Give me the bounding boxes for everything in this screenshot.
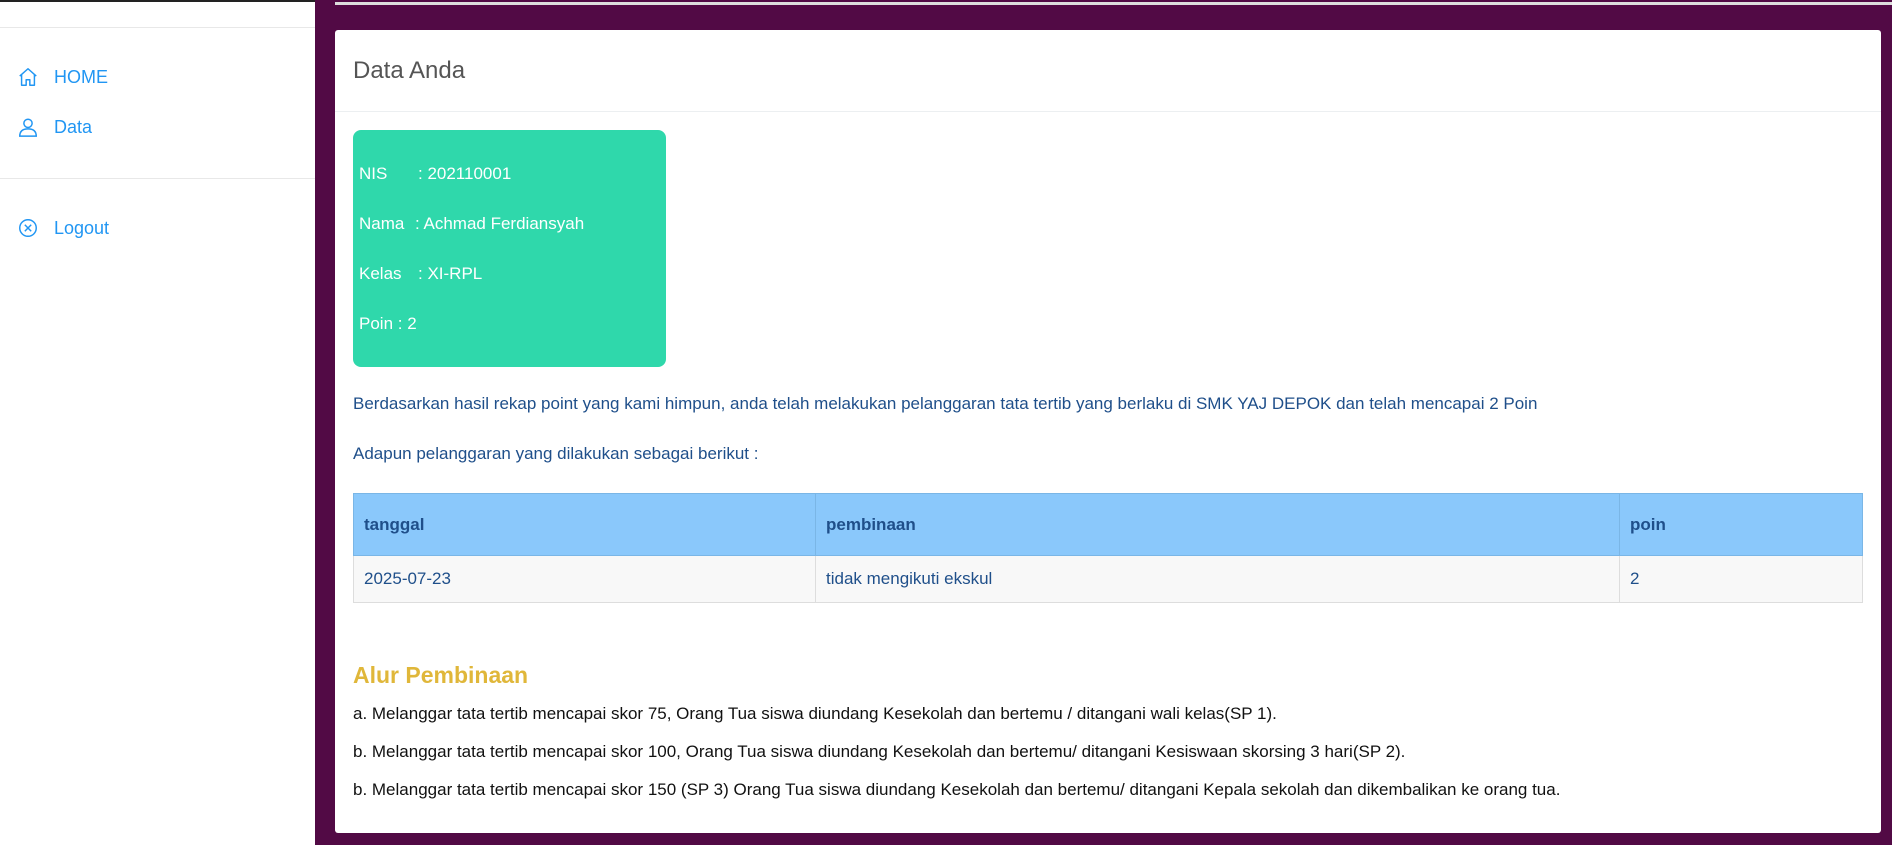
cell-tanggal: 2025-07-23 (353, 555, 816, 603)
kelas-value: : XI-RPL (418, 264, 483, 283)
logout-button[interactable]: Logout (16, 214, 109, 242)
rule-item: b. Melanggar tata tertib mencapai skor 1… (353, 780, 1561, 799)
sidebar-item-label: Data (54, 116, 93, 137)
poin-value: Poin : 2 (359, 314, 417, 333)
sidebar-item-label: HOME (54, 66, 108, 87)
sidebar-divider (0, 27, 315, 28)
violation-list-intro: Adapun pelanggaran yang dilakukan sebaga… (353, 444, 759, 463)
sidebar-divider (0, 178, 315, 179)
nama-row: Nama : Achmad Ferdiansyah (359, 214, 584, 234)
student-info-box: NIS : 202110001 Nama : Achmad Ferdiansya… (353, 130, 666, 367)
rule-item: b. Melanggar tata tertib mencapai skor 1… (353, 742, 1406, 761)
nis-label: NIS (359, 164, 388, 183)
sidebar-item-home[interactable]: HOME (16, 63, 108, 91)
summary-text: Berdasarkan hasil rekap point yang kami … (353, 394, 1538, 413)
main-top-border (335, 2, 1892, 5)
sidebar: HOME Data Logout (0, 0, 315, 845)
nama-value: : Achmad Ferdiansyah (415, 214, 585, 233)
nis-row: NIS : 202110001 (359, 164, 511, 184)
content-card: Data Anda NIS : 202110001 Nama : Achmad … (335, 30, 1881, 833)
column-header-poin: poin (1619, 493, 1863, 556)
rule-item: a. Melanggar tata tertib mencapai skor 7… (353, 704, 1277, 723)
violation-table: tanggal pembinaan poin 2025-07-23 tidak … (353, 493, 1863, 603)
cell-pembinaan: tidak mengikuti ekskul (815, 555, 1620, 603)
close-circle-icon (16, 216, 40, 240)
column-header-tanggal: tanggal (353, 493, 816, 556)
sidebar-top-border (0, 0, 315, 2)
page-title: Data Anda (353, 56, 466, 84)
kelas-label: Kelas (359, 264, 402, 283)
logout-label: Logout (54, 217, 110, 238)
user-icon (16, 115, 40, 139)
table-row: 2025-07-23 tidak mengikuti ekskul 2 (353, 555, 1863, 603)
nis-value: : 202110001 (418, 164, 512, 183)
main-area: Data Anda NIS : 202110001 Nama : Achmad … (315, 0, 1892, 845)
cell-poin: 2 (1619, 555, 1863, 603)
sidebar-item-data[interactable]: Data (16, 113, 92, 141)
nama-label: Nama (359, 214, 405, 233)
card-header: Data Anda (335, 30, 1881, 112)
column-header-pembinaan: pembinaan (815, 493, 1620, 556)
poin-row: Poin : 2 (359, 314, 417, 334)
home-icon (16, 65, 40, 89)
kelas-row: Kelas : XI-RPL (359, 264, 482, 284)
table-header-row: tanggal pembinaan poin (353, 493, 1863, 556)
alur-pembinaan-title: Alur Pembinaan (353, 662, 529, 688)
